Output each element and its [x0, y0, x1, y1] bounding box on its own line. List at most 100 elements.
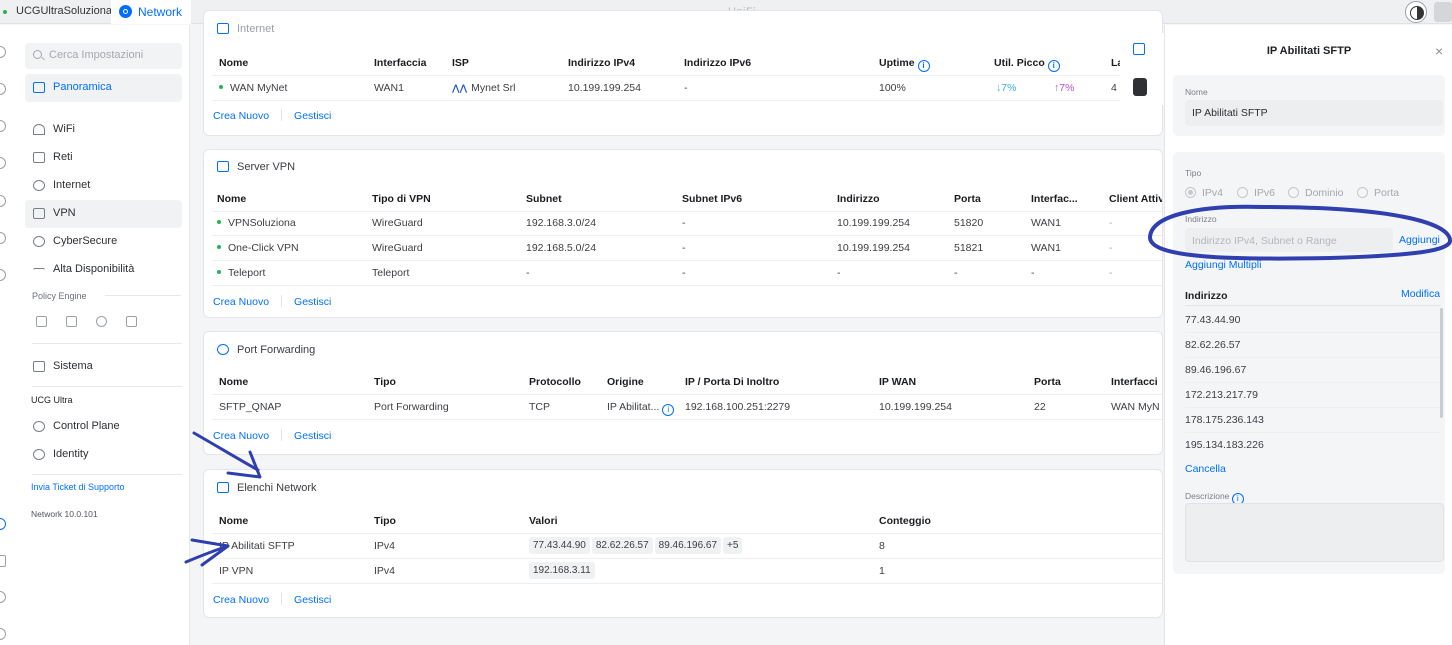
- sidebar-item-sistema[interactable]: Sistema: [25, 353, 182, 381]
- add-multiple-link[interactable]: Aggiungi Multipli: [1185, 259, 1261, 271]
- cell-text: -: [837, 267, 841, 279]
- wifi-icon: [33, 124, 45, 135]
- table-row[interactable]: Teleport Teleport - - - - - -: [212, 261, 1162, 286]
- col-header: Tipo di VPN: [372, 193, 431, 205]
- rail-tools-icon[interactable]: [0, 591, 6, 603]
- scrollbar[interactable]: [1440, 308, 1443, 418]
- radio-label: Dominio: [1305, 187, 1344, 199]
- col-header: Valori: [529, 515, 558, 527]
- sidebar-item-internet[interactable]: Internet: [25, 172, 182, 200]
- cell-text: WireGuard: [372, 217, 423, 229]
- rail-alerts-icon[interactable]: [0, 269, 6, 281]
- manage-link[interactable]: Gestisci: [294, 296, 331, 308]
- radio-porta[interactable]: Porta: [1357, 187, 1399, 199]
- edit-link[interactable]: Modifica: [1401, 288, 1440, 300]
- col-header: Tipo: [374, 515, 396, 527]
- rail-devices-icon[interactable]: [0, 120, 6, 132]
- table-row[interactable]: VPNSoluziona WireGuard 192.168.3.0/24 - …: [212, 211, 1162, 236]
- sidebar-item-identity[interactable]: Identity: [25, 441, 182, 469]
- cell-text: 10.199.199.254: [879, 401, 952, 413]
- cell-text: WAN1: [374, 82, 404, 94]
- rail-dashboard-icon[interactable]: [0, 46, 6, 58]
- manage-link[interactable]: Gestisci: [294, 430, 331, 442]
- theme-toggle-icon[interactable]: [1405, 1, 1427, 23]
- col-header: Tipo: [374, 376, 396, 388]
- table-row[interactable]: IP VPN IPv4 192.168.3.11 1: [212, 559, 1162, 584]
- system-icon: [33, 361, 45, 372]
- create-new-link[interactable]: Crea Nuovo: [213, 296, 269, 308]
- table-row[interactable]: WAN MyNet WAN1 ⋀⋀ Mynet Srl 10.199.199.25…: [212, 76, 1162, 101]
- rail-insights-icon[interactable]: [0, 195, 6, 207]
- search-input[interactable]: Cerca Impostazioni: [25, 43, 182, 69]
- radio-dominio[interactable]: Dominio: [1288, 187, 1344, 199]
- col-header: Interfac...: [1031, 193, 1078, 205]
- col-header: Conteggio: [879, 515, 931, 527]
- create-new-link[interactable]: Crea Nuovo: [213, 594, 269, 606]
- col-header: Util. Picco i: [994, 57, 1060, 72]
- site-name[interactable]: UCGUltraSoluziona: [16, 5, 112, 17]
- rail-topology-icon[interactable]: [0, 83, 6, 95]
- cancel-link[interactable]: Cancella: [1185, 463, 1226, 475]
- sidebar-item-control-plane[interactable]: Control Plane: [25, 413, 182, 441]
- rail-clients-icon[interactable]: [0, 157, 6, 169]
- policy-cube-icon[interactable]: [96, 316, 107, 327]
- sidebar-item-label: Control Plane: [53, 420, 120, 432]
- values-cell: 77.43.44.90 82.62.26.57 89.46.196.67 +5: [529, 537, 744, 554]
- col-header: IP WAN: [879, 376, 917, 388]
- description-label-text: Descrizione: [1185, 491, 1230, 501]
- tab-network[interactable]: Network: [111, 0, 191, 24]
- sidebar-item-cybersecure[interactable]: CyberSecure: [25, 228, 182, 256]
- policy-table-icon[interactable]: [66, 316, 77, 327]
- info-icon[interactable]: i: [1047, 60, 1060, 72]
- online-dot: [217, 245, 221, 249]
- radio-ipv4[interactable]: IPv4: [1185, 187, 1223, 199]
- more-chip[interactable]: +5: [723, 537, 743, 554]
- sidebar-item-alta-disponibilita[interactable]: Alta Disponibilità: [25, 256, 182, 284]
- value-chip: 192.168.3.11: [529, 562, 595, 579]
- sidebar-item-panoramica[interactable]: Panoramica: [25, 74, 182, 102]
- policy-route-icon[interactable]: [126, 316, 137, 327]
- user-avatar[interactable]: [1434, 2, 1452, 22]
- info-icon[interactable]: i: [662, 404, 675, 416]
- isp-logo-icon: ⋀⋀: [452, 83, 468, 93]
- rail-settings-icon[interactable]: [0, 518, 6, 530]
- gateway-device-icon[interactable]: [1133, 78, 1147, 96]
- table-row[interactable]: IP Abilitati SFTP IPv4 77.43.44.90 82.62.…: [212, 534, 1162, 559]
- cell-text: 10.199.199.254: [837, 217, 910, 229]
- rail-stats-icon[interactable]: [0, 232, 6, 244]
- list-item: 172.213.217.79: [1185, 383, 1441, 408]
- table-row[interactable]: SFTP_QNAP Port Forwarding TCP IP Abilita…: [212, 395, 1162, 420]
- support-ticket-link[interactable]: Invia Ticket di Supporto: [31, 482, 125, 492]
- divider: [281, 429, 283, 441]
- add-button[interactable]: Aggiungi: [1399, 234, 1440, 246]
- divider: [281, 109, 283, 121]
- sidebar-item-reti[interactable]: Reti: [25, 144, 182, 172]
- radio-ipv6[interactable]: IPv6: [1237, 187, 1275, 199]
- manage-link[interactable]: Gestisci: [294, 110, 331, 122]
- rail-logs-icon[interactable]: [0, 555, 6, 567]
- table-row[interactable]: One-Click VPN WireGuard 192.168.5.0/24 -…: [212, 236, 1162, 261]
- cell-text: IPv4: [374, 565, 396, 577]
- manage-link[interactable]: Gestisci: [294, 594, 331, 606]
- cell-text: -: [1109, 267, 1113, 279]
- rail-gear-icon[interactable]: [0, 628, 6, 640]
- cell-text: 1: [879, 565, 885, 577]
- table-header: Nome Tipo di VPN Subnet Subnet IPv6 Indi…: [212, 187, 1162, 212]
- sidebar-item-vpn[interactable]: VPN: [25, 200, 182, 228]
- create-new-link[interactable]: Crea Nuovo: [213, 110, 269, 122]
- policy-rules-icon[interactable]: [36, 316, 47, 327]
- value-chip: 82.62.26.57: [591, 537, 653, 554]
- internet-card-title: Internet: [217, 23, 274, 35]
- copy-icon[interactable]: [1133, 43, 1145, 55]
- sidebar-item-wifi[interactable]: WiFi: [25, 116, 182, 144]
- name-field[interactable]: IP Abilitati SFTP: [1185, 100, 1443, 126]
- col-header: Subnet IPv6: [682, 193, 743, 205]
- description-textarea[interactable]: [1185, 503, 1444, 562]
- address-input[interactable]: Indirizzo IPv4, Subnet o Range: [1185, 228, 1393, 252]
- cell-text: Teleport: [228, 267, 266, 279]
- col-header: ISP: [452, 57, 469, 69]
- close-icon[interactable]: ×: [1435, 43, 1443, 59]
- col-header: Protocollo: [529, 376, 581, 388]
- create-new-link[interactable]: Crea Nuovo: [213, 430, 269, 442]
- info-icon[interactable]: i: [917, 60, 930, 72]
